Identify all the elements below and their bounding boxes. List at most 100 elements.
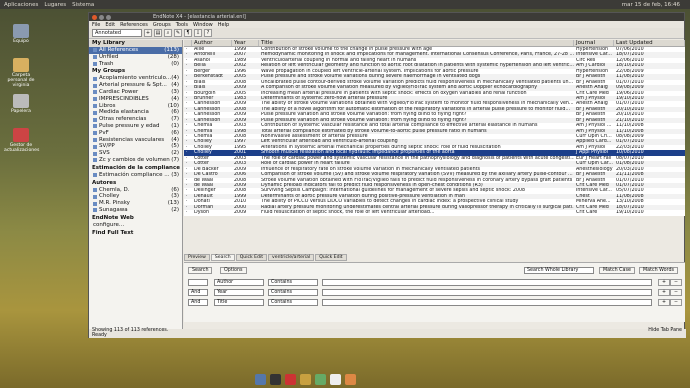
search-bool-select[interactable]: And [188, 289, 208, 296]
col-journal[interactable]: Journal [574, 40, 614, 46]
sidebar-item[interactable]: IMPRESCINDIBLES (4) [89, 96, 182, 103]
spreadsheet-icon[interactable] [315, 373, 326, 385]
sidebar-item[interactable]: Arterial pressure & Spt... (4) [89, 82, 182, 89]
tab-search[interactable]: Search [210, 254, 235, 261]
search-value-input[interactable] [322, 279, 652, 286]
endnote-icon[interactable] [330, 373, 341, 385]
col-year[interactable]: Year [232, 40, 259, 46]
desktop-icon-equipo[interactable]: Equipo [4, 24, 38, 44]
col-last-updated[interactable]: Last Updated [614, 40, 685, 46]
sidebar-item[interactable]: Acoplamiento ventriculo... (4) [89, 75, 182, 82]
options-button[interactable]: Options [220, 267, 247, 274]
close-icon[interactable] [92, 14, 97, 20]
add-row-button[interactable]: + [658, 289, 671, 296]
sidebar-item[interactable]: M.R. Pinsky (13) [89, 200, 182, 207]
match-case-checkbox[interactable]: Match Case [599, 267, 635, 274]
search-bool-select[interactable]: And [188, 299, 208, 306]
sidebar-item[interactable]: Medida elastancia (6) [89, 109, 182, 116]
sidebar-item[interactable]: Trash (0) [89, 61, 182, 68]
search-field-select[interactable]: Title [214, 299, 264, 306]
tab-quick-edit[interactable]: Quick Edit [235, 254, 268, 261]
menu-help[interactable]: Help [218, 22, 229, 28]
add-row-button[interactable]: + [658, 279, 671, 286]
compliance-group-header[interactable]: Estimación de la compliance [89, 165, 182, 172]
search-icon[interactable]: ⌕ [164, 29, 172, 37]
minimize-icon[interactable] [99, 14, 104, 20]
search-button[interactable]: Search [188, 267, 213, 274]
sidebar-item[interactable]: All References (113) [89, 47, 182, 54]
sidebar-item[interactable]: SV/PP (5) [89, 143, 182, 150]
terminal-icon[interactable] [270, 373, 281, 385]
col-title[interactable]: Title [259, 40, 574, 46]
search-scope-select[interactable]: Search Whole Library [524, 267, 594, 274]
sidebar-item[interactable]: Chemla, D. (6) [89, 187, 182, 194]
remove-row-button[interactable]: − [670, 289, 683, 296]
files-icon[interactable] [300, 373, 311, 385]
search-operator-select[interactable]: Contains [268, 279, 318, 286]
maximize-icon[interactable] [106, 14, 111, 20]
sidebar-item[interactable]: SVS (2) [89, 150, 182, 157]
find-fulltext-icon[interactable]: ⇩ [194, 29, 202, 37]
format-icon[interactable]: ¶ [184, 29, 192, 37]
menu-groups[interactable]: Groups [153, 22, 171, 28]
style-select[interactable]: Annotated [92, 29, 142, 37]
pdf-icon[interactable] [285, 373, 296, 385]
menu-sistema[interactable]: Sistema [72, 2, 94, 8]
help-icon[interactable]: ? [204, 29, 212, 37]
sidebar-item[interactable]: Unfiled (28) [89, 54, 182, 61]
sidebar-item[interactable]: Resistencias vasculares (4) [89, 137, 182, 144]
col-attachment[interactable] [184, 40, 192, 46]
my-groups-header[interactable]: My Groups [89, 68, 182, 75]
table-row[interactable]: · Dyson 2009 Fluid resuscitation of septic … [184, 210, 685, 216]
menu-edit[interactable]: Edit [105, 22, 115, 28]
authors-group-header[interactable]: Autores [89, 180, 182, 187]
menu-window[interactable]: Window [193, 22, 213, 28]
firefox-icon[interactable] [255, 373, 266, 385]
tab-ventricle-arterial[interactable]: ventricle/arterial [268, 254, 315, 261]
clock[interactable]: mar 15 de feb, 16:46 [622, 2, 680, 8]
configure-link[interactable]: configure... [89, 222, 182, 229]
sidebar-item[interactable]: Pulse pressure y edad (1) [89, 123, 182, 130]
new-ref-icon[interactable]: + [144, 29, 152, 37]
menu-lugares[interactable]: Lugares [44, 2, 66, 8]
menu-aplicaciones[interactable]: Aplicaciones [4, 2, 38, 8]
tab-quick-edit-2[interactable]: Quick Edit [315, 254, 347, 261]
search-value-input[interactable] [322, 289, 652, 296]
hide-tab-pane-button[interactable]: Hide Tab Pane [648, 328, 682, 334]
desktop-icon-home[interactable]: Carpeta personal de virginia [4, 58, 38, 88]
sidebar-item[interactable]: Cardiac Power (3) [89, 89, 182, 96]
table-cell: 19/10/2010 [616, 210, 644, 216]
tab-preview[interactable]: Preview [184, 254, 210, 261]
sidebar-item[interactable]: Libros (10) [89, 103, 182, 110]
menu-references[interactable]: References [120, 22, 148, 28]
update-icon [13, 128, 29, 142]
insert-icon[interactable]: ✎ [174, 29, 182, 37]
sidebar-item[interactable]: Otras referencias (7) [89, 116, 182, 123]
search-operator-select[interactable]: Contains [268, 289, 318, 296]
menu-tools[interactable]: Tools [176, 22, 188, 28]
search-value-input[interactable] [322, 299, 652, 306]
group-icon [93, 137, 97, 142]
match-words-checkbox[interactable]: Match Words [639, 267, 678, 274]
endnote-web-header[interactable]: EndNote Web [89, 215, 182, 222]
desktop-icon-trash[interactable]: Papelera [4, 94, 38, 114]
sidebar-item[interactable]: Sunagawa (2) [89, 207, 182, 214]
search-field-select[interactable]: Author [214, 279, 264, 286]
sidebar-item-label: Estimación compliance ... [99, 171, 170, 178]
sidebar-item[interactable]: Estimación compliance ... (3) [89, 172, 182, 179]
menu-file[interactable]: File [92, 22, 100, 28]
search-bool-select[interactable] [188, 279, 208, 286]
col-author[interactable]: Author [192, 40, 232, 46]
app-icon[interactable] [345, 373, 356, 385]
desktop-icon-updates[interactable]: Gestor de actualizaciones [4, 128, 39, 153]
sidebar-item[interactable]: Zc y cambios de volumen (7) [89, 157, 182, 164]
remove-row-button[interactable]: − [670, 279, 683, 286]
open-icon[interactable]: ▤ [154, 29, 162, 37]
add-row-button[interactable]: + [658, 299, 671, 306]
remove-row-button[interactable]: − [670, 299, 683, 306]
search-field-select[interactable]: Year [214, 289, 264, 296]
sidebar-item[interactable]: PvF (6) [89, 130, 182, 137]
find-full-text-header[interactable]: Find Full Text [89, 230, 182, 237]
sidebar-item[interactable]: Cholley (3) [89, 193, 182, 200]
search-operator-select[interactable]: Contains [268, 299, 318, 306]
